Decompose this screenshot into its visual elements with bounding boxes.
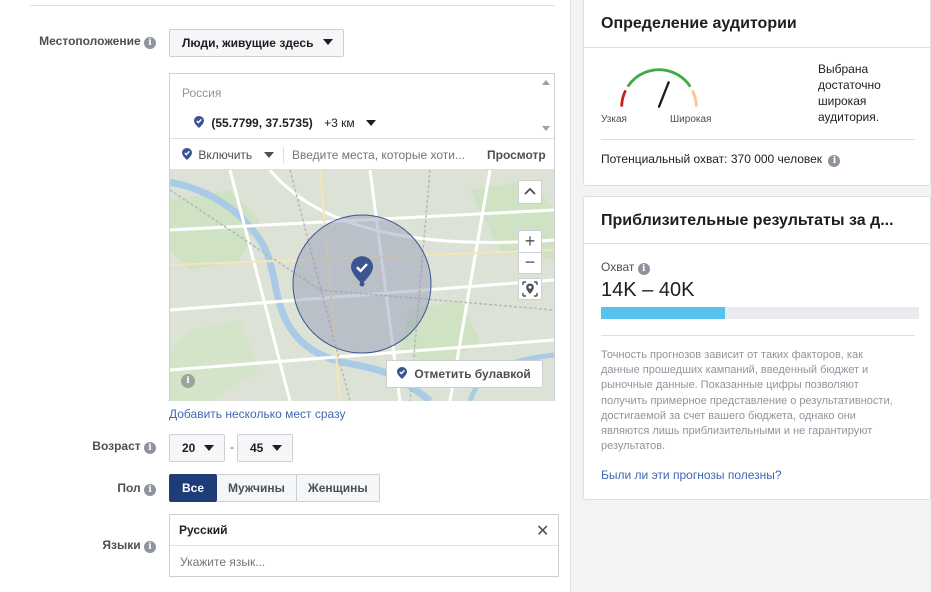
gender-all-button[interactable]: Все: [169, 474, 218, 502]
location-point: (55.7799, 37.5735): [211, 116, 313, 130]
places-input[interactable]: [290, 146, 480, 164]
gender-label: Пол: [117, 481, 141, 495]
map-pin-icon: [194, 116, 204, 128]
location-label: Местоположение: [39, 34, 141, 48]
info-icon[interactable]: i: [637, 263, 650, 275]
chevron-down-icon: [203, 445, 214, 451]
languages-label-row: Языки i: [20, 538, 156, 553]
language-input[interactable]: [178, 553, 538, 571]
include-row: Включить Просмотр: [170, 138, 554, 170]
reach-label-row: Охват i: [601, 260, 650, 275]
info-icon[interactable]: i: [144, 37, 156, 49]
location-type-value: Люди, живущие здесь: [182, 36, 314, 50]
selected-language: Русский: [179, 523, 228, 537]
drop-pin-label: Отметить булавкой: [414, 367, 531, 381]
map-pin-icon[interactable]: [351, 256, 373, 284]
radius-value[interactable]: +3 км: [324, 116, 355, 130]
gender-label-row: Пол i: [20, 481, 156, 496]
scroll-down-icon[interactable]: [542, 126, 550, 131]
plus-icon: +: [524, 231, 536, 251]
location-type-dropdown[interactable]: Люди, живущие здесь: [169, 29, 344, 57]
estimates-mid-divider: [601, 335, 915, 336]
gauge-needle: [657, 81, 670, 108]
map-pin-icon: [182, 148, 192, 160]
map-info-icon[interactable]: i: [181, 374, 195, 388]
gender-toggle-group: Все Мужчины Женщины: [169, 474, 380, 502]
age-label-row: Возраст i: [20, 439, 156, 454]
chevron-up-icon: [524, 187, 536, 195]
age-separator: -: [230, 440, 234, 454]
audience-title: Определение аудитории: [601, 15, 797, 32]
languages-box: Русский ✕: [169, 514, 559, 577]
chevron-down-icon[interactable]: [365, 120, 376, 126]
collapse-map-button[interactable]: [518, 180, 542, 204]
estimates-header-divider: [584, 243, 930, 244]
age-from-value: 20: [182, 441, 196, 455]
include-dropdown[interactable]: Включить: [182, 148, 274, 162]
age-to-dropdown[interactable]: 45: [237, 434, 293, 462]
scroll-up-icon[interactable]: [542, 80, 550, 85]
drop-pin-button[interactable]: Отметить булавкой: [386, 360, 543, 388]
reach-value: 14K – 40K: [601, 279, 695, 301]
potential-reach-row: Потенциальный охват: 370 000 человек i: [601, 152, 841, 167]
audience-definition-card: Определение аудитории Узкая Широкая Выбр…: [583, 0, 931, 186]
estimates-title: Приблизительные результаты за д...: [601, 212, 894, 229]
view-button[interactable]: Просмотр: [487, 148, 546, 162]
include-divider: [283, 147, 284, 163]
reach-bar-fill: [601, 307, 726, 319]
reach-bar-track: [601, 307, 919, 319]
add-multiple-locations-link[interactable]: Добавить несколько мест сразу: [169, 407, 345, 421]
location-box: Россия (55.7799, 37.5735) +3 км Включить…: [169, 73, 555, 401]
remove-language-icon[interactable]: ✕: [536, 521, 549, 541]
chevron-down-icon: [263, 152, 274, 158]
location-label-row: Местоположение i: [20, 34, 156, 49]
gauge-wide-label: Широкая: [670, 114, 712, 125]
estimates-disclaimer: Точность прогнозов зависит от таких факт…: [601, 349, 893, 453]
map-pin-icon: [397, 367, 407, 379]
scrollbar[interactable]: [538, 74, 554, 138]
location-point-row[interactable]: (55.7799, 37.5735) +3 км: [194, 116, 376, 130]
reach-label: Охват: [601, 260, 635, 274]
top-divider: [30, 5, 555, 6]
map[interactable]: + − Отметить булавкой i: [170, 170, 554, 401]
card-mid-divider: [601, 139, 915, 140]
gender-female-button[interactable]: Женщины: [296, 474, 380, 502]
card-header-divider: [584, 47, 930, 48]
gauge-narrow-label: Узкая: [601, 114, 627, 125]
age-label: Возраст: [92, 439, 141, 453]
gender-male-button[interactable]: Мужчины: [217, 474, 297, 502]
audience-gauge: [620, 68, 698, 108]
age-from-dropdown[interactable]: 20: [169, 434, 225, 462]
country-label: Россия: [182, 86, 222, 100]
age-to-value: 45: [250, 441, 264, 455]
include-label: Включить: [198, 148, 253, 162]
info-icon[interactable]: i: [144, 484, 156, 496]
chevron-down-icon: [271, 445, 282, 451]
locate-icon: [522, 281, 538, 297]
feedback-link[interactable]: Были ли эти прогнозы полезны?: [601, 468, 782, 482]
languages-divider: [170, 545, 558, 546]
potential-reach: Потенциальный охват: 370 000 человек: [601, 152, 823, 166]
languages-label: Языки: [102, 538, 141, 552]
audience-description: Выбрана достаточно широкая аудитория.: [818, 62, 881, 124]
chevron-down-icon: [322, 39, 333, 45]
zoom-in-button[interactable]: +: [518, 230, 542, 252]
info-icon[interactable]: i: [144, 541, 156, 553]
zoom-out-button[interactable]: −: [518, 252, 542, 274]
minus-icon: −: [524, 252, 536, 272]
estimated-results-card: Приблизительные результаты за д... Охват…: [583, 196, 931, 500]
info-icon[interactable]: i: [144, 442, 156, 454]
locate-button[interactable]: [518, 278, 542, 300]
info-icon[interactable]: i: [828, 155, 841, 167]
